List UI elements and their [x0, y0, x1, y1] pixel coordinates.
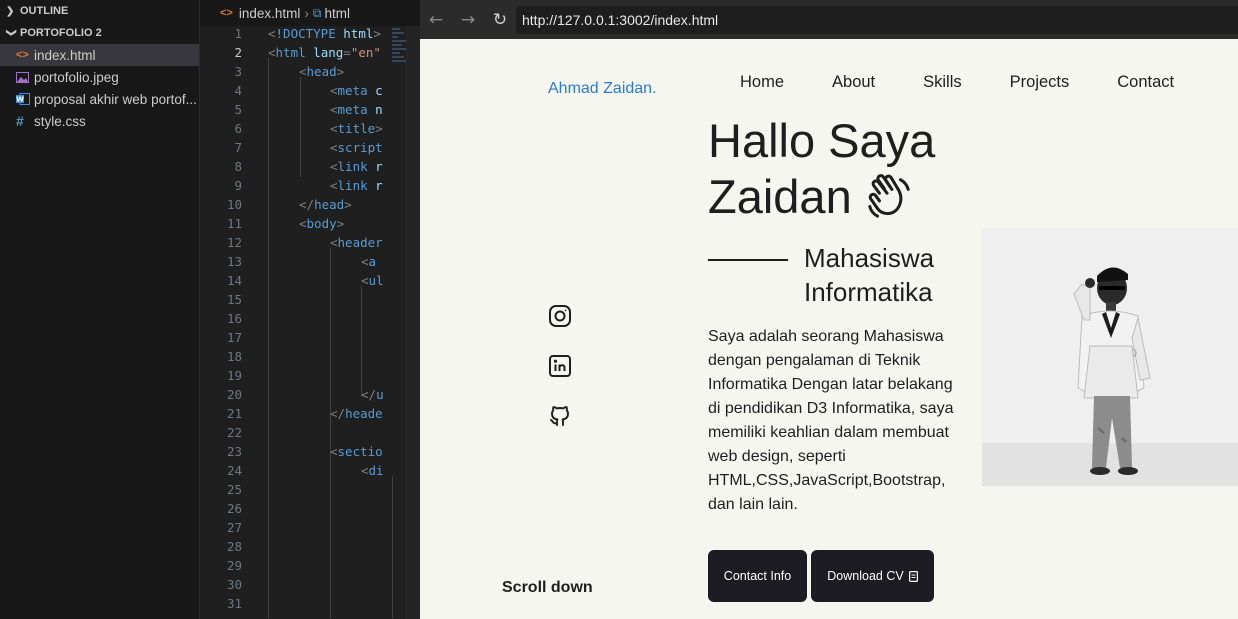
html-file-icon: <> [16, 49, 29, 61]
document-icon [908, 570, 918, 582]
nav-contact[interactable]: Contact [1117, 73, 1174, 92]
hero-title: Hallo Saya Zaidan [708, 113, 998, 225]
profile-photo-illustration [982, 228, 1238, 486]
outline-label: OUTLINE [20, 5, 69, 17]
profile-photo [982, 228, 1238, 486]
waving-hand-icon [868, 174, 910, 218]
file-name: style.css [34, 113, 86, 129]
download-cv-button[interactable]: Download CV [811, 550, 934, 602]
linkedin-icon[interactable] [548, 354, 572, 378]
file-name: index.html [34, 47, 96, 63]
subtitle-line1: Mahasiswa [804, 243, 935, 273]
chevron-right-icon: ❯ [6, 5, 15, 17]
download-cv-label: Download CV [827, 569, 904, 583]
file-name: portofolio.jpeg [34, 69, 119, 85]
nav-skills[interactable]: Skills [923, 73, 962, 92]
image-file-icon [16, 71, 34, 83]
subtitle-line2: Informatika [804, 277, 933, 307]
css-file-icon: # [16, 113, 24, 129]
github-icon[interactable] [548, 404, 572, 428]
subtitle: Mahasiswa Informatika [804, 241, 984, 309]
portfolio-page: Ahmad Zaidan. Home About Skills Projects… [420, 39, 1238, 619]
chevron-down-icon: ❯ [5, 28, 17, 37]
file-name: proposal akhir web portof... [34, 91, 197, 107]
editor-scrollbar[interactable] [406, 26, 420, 619]
symbol-cube-icon: ⧉ [312, 5, 322, 20]
word-file-icon: W [16, 93, 34, 105]
code-editor: <> index.html › ⧉ html 1 <!DOCTYPE html> … [200, 0, 420, 619]
html-file-icon: <> [220, 7, 233, 19]
editor-breadcrumb: <> index.html › ⧉ html [200, 0, 420, 26]
browser-toolbar: ← → ↻ http://127.0.0.1:3002/index.html [420, 0, 1238, 39]
breadcrumb-symbol[interactable]: html [324, 6, 350, 21]
scroll-down-label[interactable]: Scroll down [502, 579, 593, 597]
breadcrumb-separator-icon: › [304, 5, 309, 21]
browser-window: ← → ↻ http://127.0.0.1:3002/index.html A… [420, 0, 1238, 619]
file-item-proposal[interactable]: W proposal akhir web portof... [0, 88, 199, 110]
main-nav: Home About Skills Projects Contact [740, 73, 1174, 92]
nav-projects[interactable]: Projects [1010, 73, 1070, 92]
file-item-portofolio-jpeg[interactable]: portofolio.jpeg [0, 66, 199, 88]
nav-about[interactable]: About [832, 73, 875, 92]
social-links [548, 304, 572, 454]
hero-title-line2: Zaidan [708, 170, 852, 223]
explorer-sidebar: ❯ OUTLINE ❯ PORTOFOLIO 2 <> index.html p… [0, 0, 200, 619]
address-bar[interactable]: http://127.0.0.1:3002/index.html [516, 6, 1238, 34]
file-item-index-html[interactable]: <> index.html [0, 44, 199, 66]
instagram-icon[interactable] [548, 304, 572, 328]
breadcrumb-file[interactable]: index.html [239, 6, 301, 21]
forward-arrow-icon[interactable]: → [452, 10, 484, 30]
nav-home[interactable]: Home [740, 73, 784, 92]
svg-text:W: W [16, 96, 24, 104]
site-logo[interactable]: Ahmad Zaidan. [548, 80, 657, 98]
folder-label: PORTOFOLIO 2 [20, 27, 102, 39]
file-item-style-css[interactable]: # style.css [0, 110, 199, 132]
code-area[interactable]: 1 <!DOCTYPE html> 2 <html lang="en" 3 <head… [200, 24, 420, 619]
back-arrow-icon[interactable]: ← [420, 10, 452, 30]
contact-info-label: Contact Info [723, 569, 792, 583]
subtitle-divider [708, 259, 788, 261]
hero-description: Saya adalah seorang Mahasiswa dengan pen… [708, 328, 954, 513]
outline-section-header[interactable]: ❯ OUTLINE [0, 0, 199, 22]
folder-section-header[interactable]: ❯ PORTOFOLIO 2 [0, 22, 199, 44]
reload-icon[interactable]: ↻ [484, 10, 516, 30]
hero-title-line1: Hallo Saya [708, 114, 936, 167]
contact-info-button[interactable]: Contact Info [708, 550, 807, 602]
